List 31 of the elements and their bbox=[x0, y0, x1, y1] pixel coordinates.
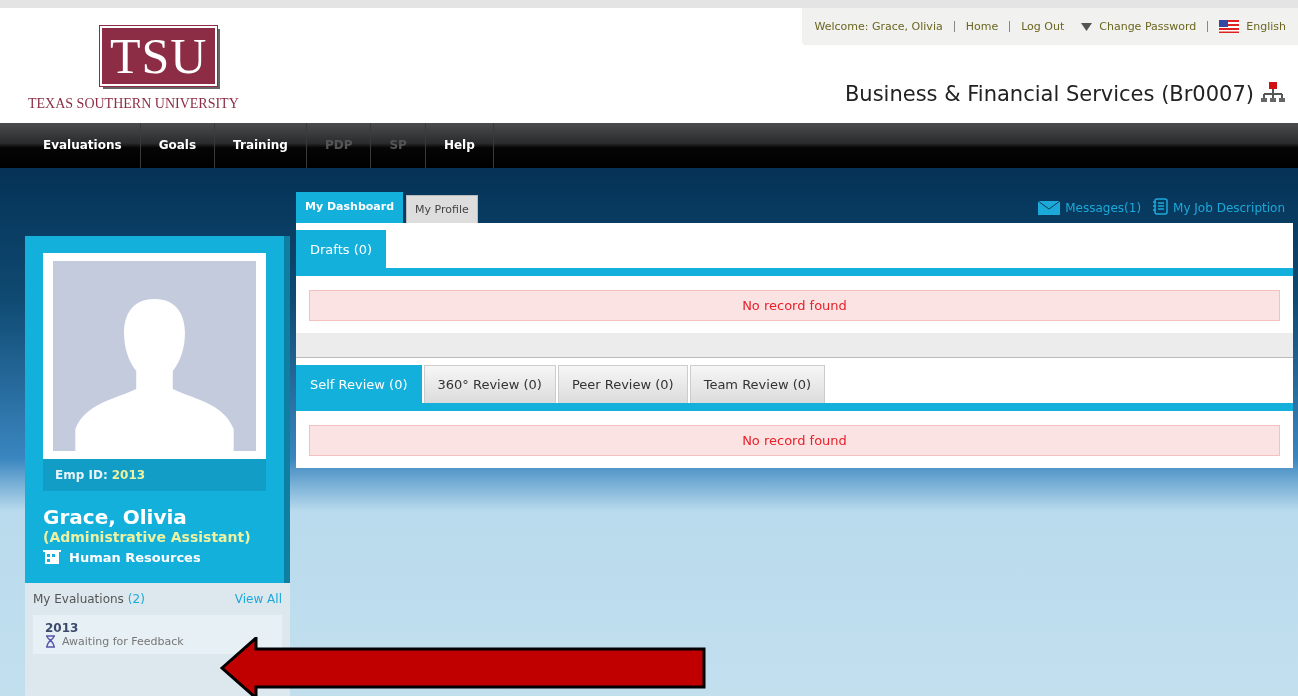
building-icon bbox=[43, 549, 61, 565]
job-description-link[interactable]: My Job Description bbox=[1173, 201, 1285, 215]
tab[interactable]: 360° Review (0) bbox=[423, 365, 556, 403]
change-password-link[interactable]: Change Password bbox=[1099, 20, 1197, 33]
tab[interactable]: Peer Review (0) bbox=[557, 365, 688, 403]
messages-link[interactable]: Messages(1) bbox=[1065, 201, 1142, 215]
header-link[interactable]: Home bbox=[965, 20, 999, 33]
emp-id-label: Emp ID: bbox=[55, 468, 108, 482]
hourglass-icon bbox=[45, 635, 56, 648]
envelope-icon bbox=[1038, 201, 1061, 215]
caret-icon bbox=[1081, 22, 1093, 31]
tab[interactable]: Team Review (0) bbox=[689, 365, 826, 403]
flag-icon bbox=[1219, 20, 1240, 33]
empty-message: No record found bbox=[309, 425, 1280, 456]
empty-message: No record found bbox=[309, 290, 1280, 321]
emp-id-value: 2013 bbox=[111, 468, 146, 482]
welcome-text: Welcome: Grace, Olivia bbox=[814, 20, 943, 33]
unit-title: Business & Financial Services (Br0007) bbox=[844, 82, 1254, 106]
job-title: (Administrative Assistant) bbox=[43, 529, 252, 545]
header-link[interactable]: Log Out bbox=[1021, 20, 1065, 33]
document-icon bbox=[1152, 198, 1169, 215]
university-name: TEXAS SOUTHERN UNIVERSITY bbox=[28, 96, 239, 112]
evaluation-year: 2013 bbox=[45, 621, 80, 635]
logo: TSU bbox=[100, 26, 218, 86]
evaluations-heading: My Evaluations bbox=[33, 592, 124, 606]
tab[interactable]: My Profile bbox=[406, 195, 478, 223]
evaluation-item[interactable]: 2013 Awaiting for Feedback bbox=[33, 615, 282, 654]
evaluation-status: Awaiting for Feedback bbox=[62, 635, 184, 648]
language-link[interactable]: English bbox=[1246, 20, 1286, 33]
employee-name: Grace, Olivia bbox=[43, 505, 188, 529]
evaluations-count: (2) bbox=[127, 592, 145, 606]
